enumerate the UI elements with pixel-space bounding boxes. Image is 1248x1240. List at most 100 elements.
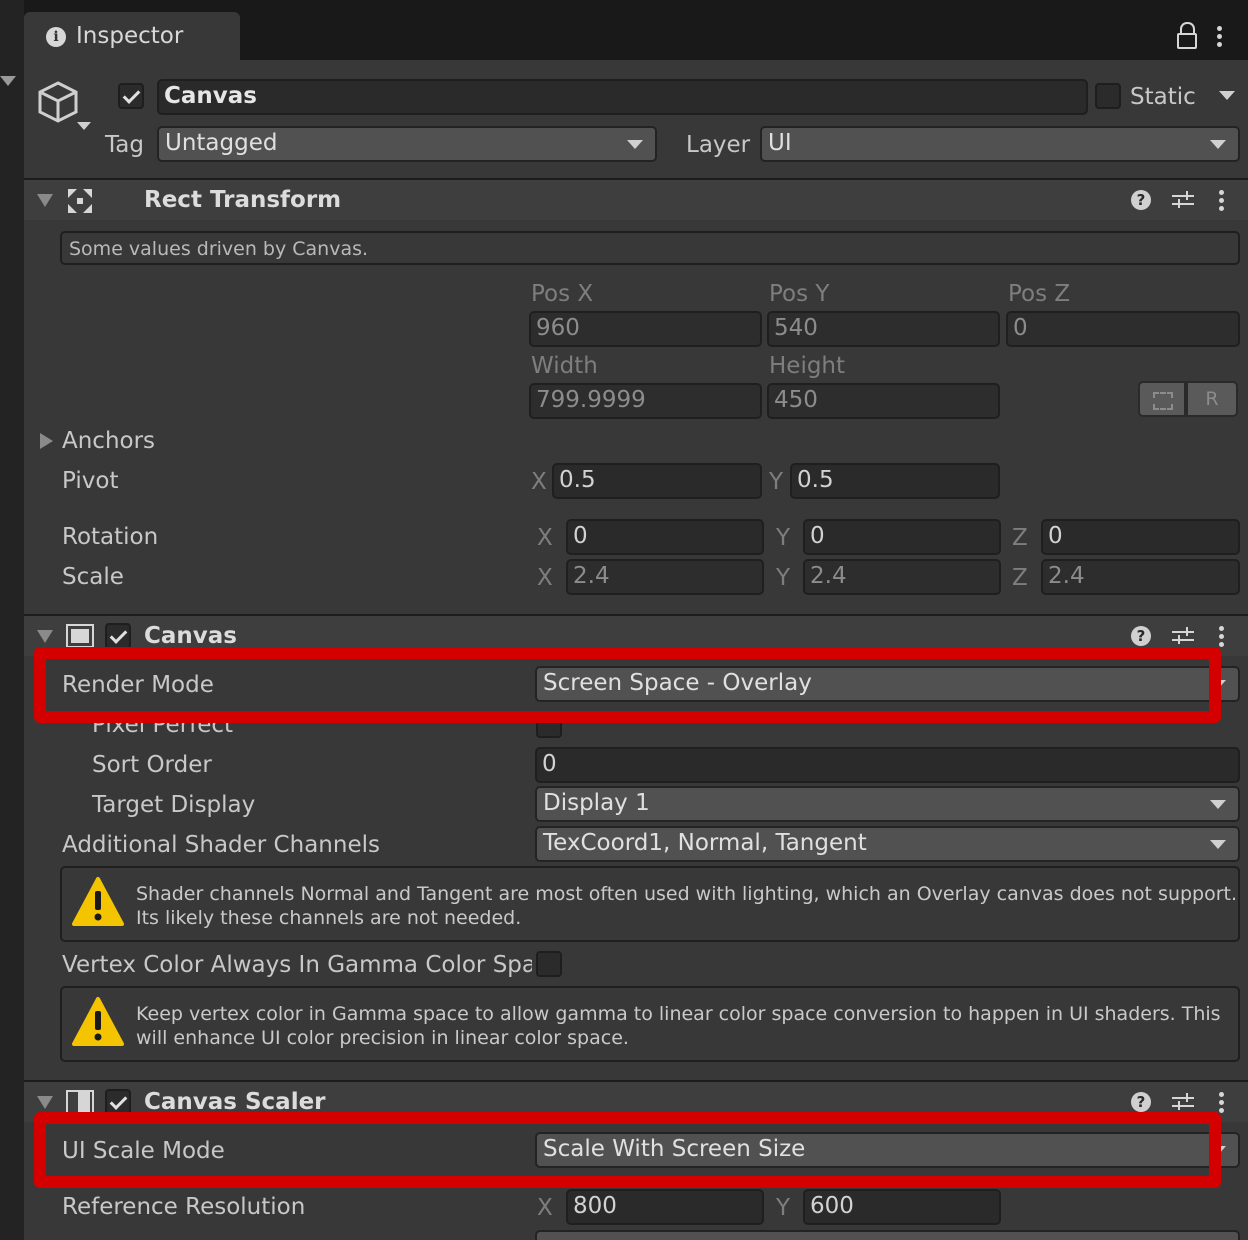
presets-icon[interactable]	[1172, 626, 1194, 646]
help-icon[interactable]: ?	[1131, 1092, 1151, 1112]
scale-y-label: Y	[776, 565, 791, 591]
rot-y-field[interactable]: 0	[803, 519, 1001, 555]
tab-inspector[interactable]: i Inspector	[24, 12, 240, 60]
rot-x-label: X	[537, 525, 553, 551]
ref-x-label: X	[537, 1195, 553, 1221]
rect-transform-icon	[66, 187, 94, 215]
width-label: Width	[531, 353, 598, 379]
pos-z-label: Pos Z	[1008, 281, 1071, 307]
shader-channels-value: TexCoord1, Normal, Tangent	[543, 830, 867, 856]
rot-x-field[interactable]: 0	[566, 519, 764, 555]
rot-z-label: Z	[1012, 525, 1028, 551]
render-mode-highlight	[34, 647, 1221, 723]
pivot-y-label: Y	[769, 469, 784, 495]
warning-text-line1: Keep vertex color in Gamma space to allo…	[136, 1003, 1221, 1025]
tab-menu-icon[interactable]	[1217, 26, 1222, 50]
left-panel-strip	[0, 0, 24, 1240]
warning-icon	[72, 876, 124, 928]
scale-z-field[interactable]: 2.4	[1041, 559, 1240, 595]
component-menu-icon[interactable]	[1219, 1092, 1224, 1116]
tag-value: Untagged	[165, 130, 278, 156]
pivot-x-label: X	[531, 469, 547, 495]
lock-icon[interactable]	[1177, 22, 1199, 49]
warning-text-line1: Shader channels Normal and Tangent are m…	[136, 883, 1238, 905]
rot-z-field[interactable]: 0	[1041, 519, 1240, 555]
ref-x-field[interactable]: 800	[566, 1189, 764, 1225]
presets-icon[interactable]	[1172, 1092, 1194, 1112]
pivot-label: Pivot	[62, 468, 119, 494]
active-checkbox[interactable]	[118, 83, 144, 109]
rect-transform-title: Rect Transform	[144, 187, 342, 213]
help-icon[interactable]: ?	[1131, 190, 1151, 210]
layer-dropdown[interactable]: UI	[760, 126, 1240, 162]
pos-x-field[interactable]: 960	[529, 311, 762, 347]
icon-dropdown-arrow[interactable]	[77, 122, 91, 130]
canvas-enabled-checkbox[interactable]	[105, 623, 131, 649]
vertex-color-warning: Keep vertex color in Gamma space to allo…	[60, 986, 1240, 1062]
canvas-title: Canvas	[144, 623, 237, 649]
target-display-dropdown[interactable]: Display 1	[535, 786, 1240, 822]
scale-x-field[interactable]: 2.4	[566, 559, 764, 595]
shader-channels-warning: Shader channels Normal and Tangent are m…	[60, 866, 1240, 942]
scale-z-label: Z	[1012, 565, 1028, 591]
vertex-color-checkbox[interactable]	[536, 951, 562, 977]
rotation-label: Rotation	[62, 524, 159, 550]
foldout-arrow-icon[interactable]	[37, 194, 53, 207]
sort-order-field[interactable]: 0	[535, 747, 1240, 783]
chevron-down-icon	[627, 140, 643, 149]
object-name-field[interactable]: Canvas	[157, 79, 1088, 115]
warning-icon	[72, 996, 124, 1048]
anchors-foldout-icon[interactable]	[40, 433, 53, 449]
pos-z-field[interactable]: 0	[1006, 311, 1240, 347]
target-display-label: Target Display	[92, 792, 256, 818]
driven-values-info: Some values driven by Canvas.	[60, 231, 1240, 265]
height-field[interactable]: 450	[767, 383, 1000, 419]
gameobject-cube-icon	[36, 80, 80, 126]
sort-order-label: Sort Order	[92, 752, 212, 778]
tab-title: Inspector	[76, 23, 184, 49]
canvas-scaler-icon	[66, 1090, 94, 1114]
warning-text-line2: will enhance UI color precision in linea…	[136, 1027, 629, 1049]
scale-y-field[interactable]: 2.4	[803, 559, 1001, 595]
screen-match-mode-dropdown[interactable]	[535, 1230, 1240, 1240]
canvas-scaler-title: Canvas Scaler	[144, 1089, 326, 1115]
chevron-down-icon	[1210, 140, 1226, 149]
warning-text-line2: Its likely these channels are not needed…	[136, 907, 522, 929]
target-display-value: Display 1	[543, 790, 650, 816]
height-label: Height	[769, 353, 846, 379]
tag-label: Tag	[105, 132, 144, 158]
chevron-down-icon	[1210, 800, 1226, 809]
static-dropdown-arrow[interactable]	[1219, 91, 1235, 100]
pivot-x-field[interactable]: 0.5	[552, 463, 762, 499]
layer-label: Layer	[686, 132, 751, 158]
left-panel-arrow[interactable]	[0, 76, 16, 86]
pivot-y-field[interactable]: 0.5	[790, 463, 1000, 499]
component-menu-icon[interactable]	[1219, 190, 1224, 214]
static-label: Static	[1130, 84, 1196, 110]
static-checkbox[interactable]	[1095, 83, 1121, 109]
reference-resolution-label: Reference Resolution	[62, 1194, 306, 1220]
shader-channels-dropdown[interactable]: TexCoord1, Normal, Tangent	[535, 826, 1240, 862]
ui-scale-mode-highlight	[34, 1112, 1221, 1188]
width-field[interactable]: 799.9999	[529, 383, 762, 419]
shader-channels-label: Additional Shader Channels	[62, 832, 380, 858]
presets-icon[interactable]	[1172, 190, 1194, 210]
blueprint-icon	[1153, 392, 1173, 410]
tag-dropdown[interactable]: Untagged	[157, 126, 657, 162]
foldout-arrow-icon[interactable]	[37, 630, 53, 643]
pos-x-label: Pos X	[531, 281, 594, 307]
ref-y-field[interactable]: 600	[803, 1189, 1001, 1225]
help-icon[interactable]: ?	[1131, 626, 1151, 646]
scale-label: Scale	[62, 564, 124, 590]
info-icon: i	[46, 27, 66, 47]
foldout-arrow-icon[interactable]	[37, 1096, 53, 1109]
pos-y-field[interactable]: 540	[767, 311, 1000, 347]
anchors-label[interactable]: Anchors	[62, 428, 155, 454]
scale-x-label: X	[537, 565, 553, 591]
component-menu-icon[interactable]	[1219, 626, 1224, 650]
ref-y-label: Y	[776, 1195, 791, 1221]
raw-edit-button[interactable]: R	[1186, 381, 1238, 417]
canvas-component-icon	[66, 624, 94, 648]
chevron-down-icon	[1210, 840, 1226, 849]
blueprint-mode-button[interactable]	[1138, 381, 1186, 417]
